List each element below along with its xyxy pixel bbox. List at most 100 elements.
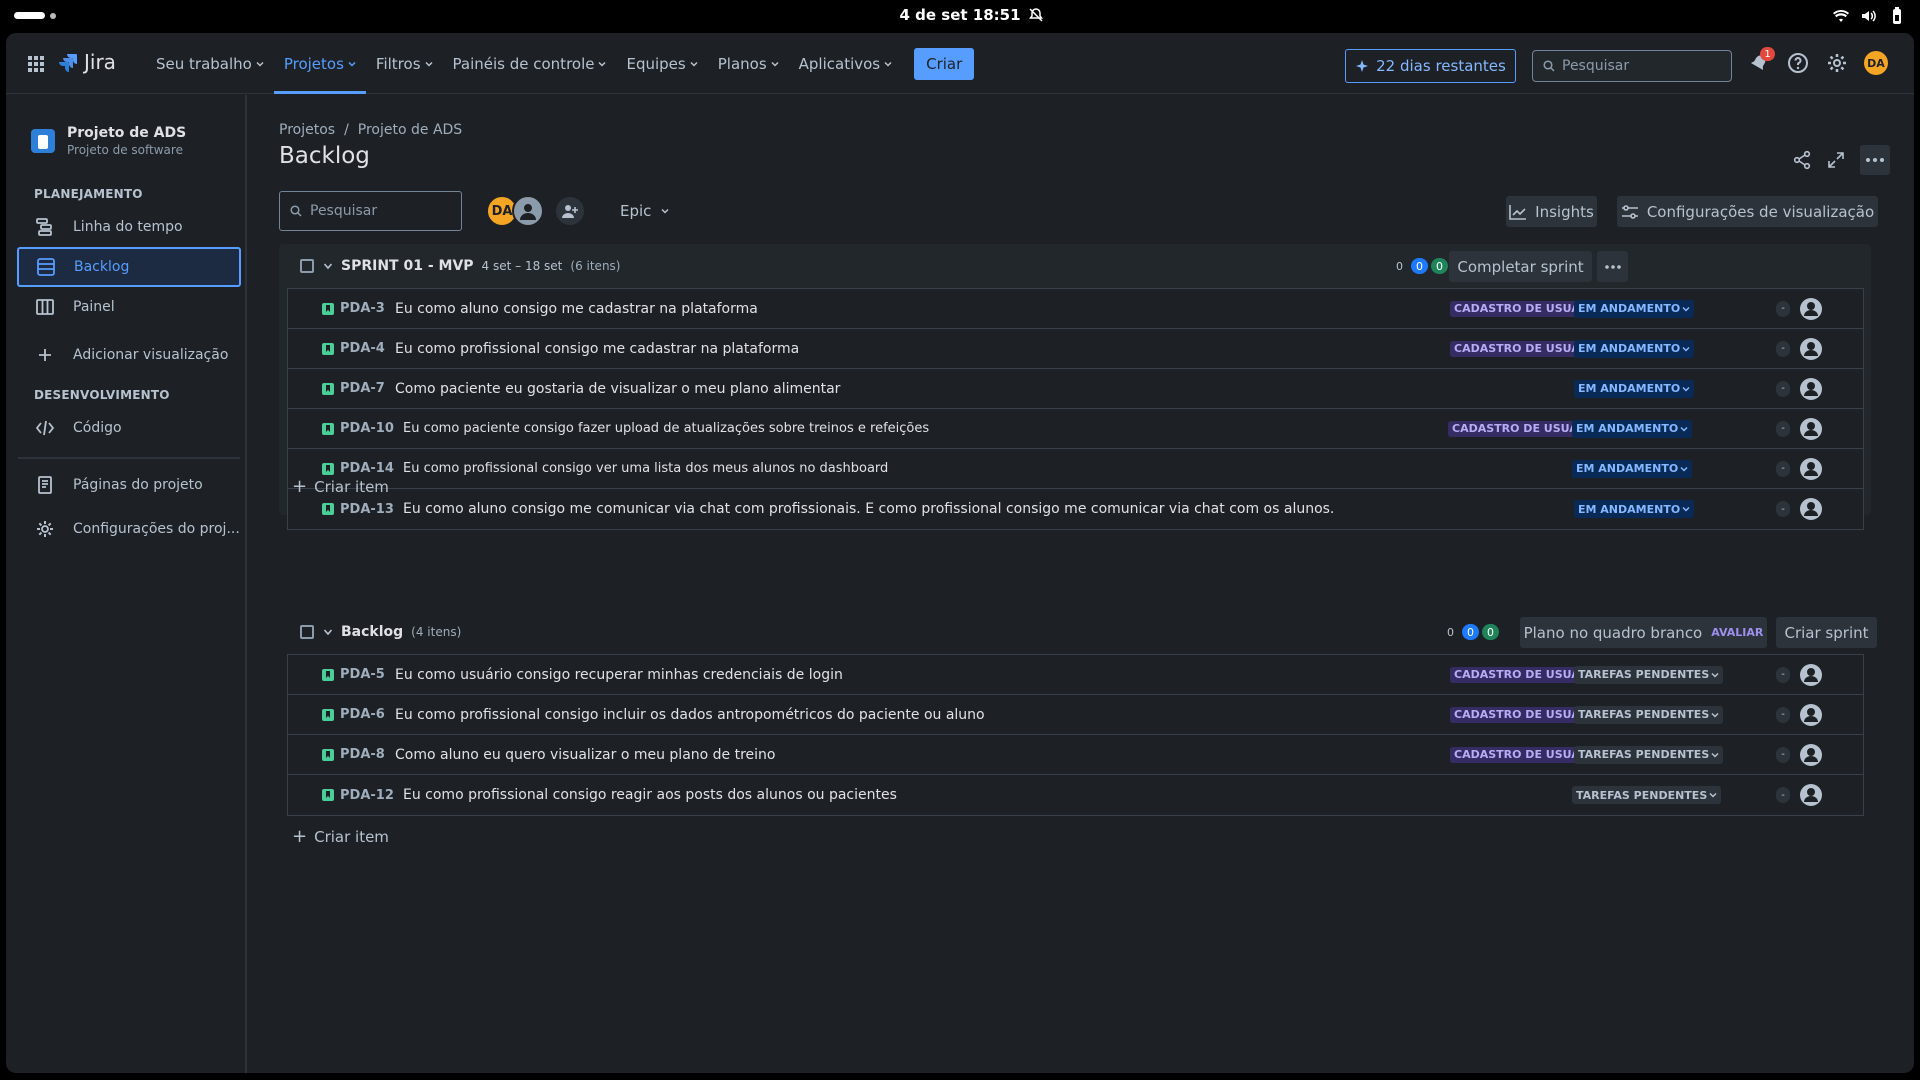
estimate-badge[interactable]: -	[1776, 787, 1790, 803]
estimate-badge[interactable]: -	[1776, 460, 1790, 477]
sprint-create-item-button[interactable]: + Criar item	[292, 476, 389, 497]
backlog-select-checkbox[interactable]	[300, 625, 314, 639]
assignee-avatar-icon[interactable]	[1799, 297, 1823, 321]
status-dropdown[interactable]: EM ANDAMENTO	[1574, 379, 1695, 398]
backlog-create-item-button[interactable]: + Criar item	[292, 826, 389, 847]
sprint-more-button[interactable]	[1597, 251, 1628, 282]
backlog-search-input[interactable]: Pesquisar	[279, 191, 462, 231]
assignee-avatar-icon[interactable]	[1799, 663, 1823, 687]
estimate-badge[interactable]: -	[1776, 746, 1790, 763]
insights-button[interactable]: Insights	[1506, 196, 1597, 227]
table-row[interactable]: PDA-4 Eu como profissional consigo me ca…	[288, 329, 1863, 369]
issue-key[interactable]: PDA-4	[340, 341, 385, 356]
nav-paineis[interactable]: Painéis de controle	[443, 33, 617, 94]
table-row[interactable]: PDA-10 Eu como paciente consigo fazer up…	[288, 409, 1863, 449]
estimate-badge[interactable]: -	[1776, 300, 1790, 317]
assignee-avatar-icon[interactable]	[1799, 703, 1823, 727]
complete-sprint-button[interactable]: Completar sprint	[1449, 251, 1592, 282]
system-bar: 4 de set 18:51	[0, 0, 1920, 31]
assignee-avatar-icon[interactable]	[1799, 377, 1823, 401]
estimate-badge[interactable]: -	[1776, 420, 1790, 437]
system-clock[interactable]: 4 de set 18:51	[0, 6, 1920, 24]
assignee-avatar-icon[interactable]	[1799, 457, 1823, 481]
table-row[interactable]: PDA-12 Eu como profissional consigo reag…	[288, 775, 1863, 815]
issue-key[interactable]: PDA-3	[340, 301, 385, 316]
user-avatar[interactable]: DA	[1864, 51, 1888, 75]
table-row[interactable]: PDA-8 Como aluno eu quero visualizar o m…	[288, 735, 1863, 775]
issue-key[interactable]: PDA-14	[340, 461, 394, 476]
issue-key[interactable]: PDA-12	[340, 788, 394, 803]
status-dropdown[interactable]: TAREFAS PENDENTES	[1572, 786, 1722, 804]
issue-key[interactable]: PDA-13	[340, 502, 394, 517]
sidebar-item-board[interactable]: Painel	[18, 287, 240, 327]
issue-key[interactable]: PDA-6	[340, 707, 385, 722]
whiteboard-plan-button[interactable]: Plano no quadro branco AVALIAR	[1520, 617, 1767, 648]
project-header[interactable]: Projeto de ADS Projeto de software	[31, 125, 186, 157]
status-dropdown[interactable]: EM ANDAMENTO	[1574, 500, 1695, 518]
nav-aplicativos[interactable]: Aplicativos	[789, 33, 902, 94]
collapse-chevron-icon[interactable]	[323, 627, 333, 637]
issue-key[interactable]: PDA-8	[340, 747, 385, 762]
expand-icon[interactable]	[1826, 150, 1846, 170]
sidebar-item-backlog[interactable]: Backlog	[17, 247, 241, 287]
estimate-badge[interactable]: -	[1776, 666, 1790, 683]
status-dropdown[interactable]: TAREFAS PENDENTES	[1574, 745, 1724, 764]
table-row[interactable]: PDA-5 Eu como usuário consigo recuperar …	[288, 655, 1863, 695]
sidebar-item-add-view[interactable]: Adicionar visualização	[18, 335, 240, 375]
help-icon[interactable]	[1786, 51, 1810, 75]
estimate-badge[interactable]: -	[1776, 706, 1790, 723]
nav-projetos[interactable]: Projetos	[273, 33, 366, 94]
assignee-avatar-icon[interactable]	[1799, 743, 1823, 767]
epic-filter-dropdown[interactable]: Epic	[620, 202, 669, 220]
issue-key[interactable]: PDA-10	[340, 421, 394, 436]
create-sprint-button[interactable]: Criar sprint	[1776, 617, 1877, 648]
add-people-button[interactable]	[554, 195, 586, 227]
status-dropdown[interactable]: EM ANDAMENTO	[1574, 339, 1695, 358]
table-row[interactable]: PDA-13 Eu como aluno consigo me comunica…	[288, 489, 1863, 529]
sparkle-icon	[1356, 60, 1369, 72]
estimate-badge[interactable]: -	[1776, 340, 1790, 357]
avatar-filter-unassigned[interactable]	[512, 195, 544, 227]
more-actions-button[interactable]	[1860, 145, 1890, 175]
sidebar-item-project-pages[interactable]: Páginas do projeto	[18, 465, 240, 505]
share-icon[interactable]	[1792, 150, 1812, 170]
table-row[interactable]: PDA-14 Eu como profissional consigo ver …	[288, 449, 1863, 489]
view-settings-button[interactable]: Configurações de visualização	[1617, 196, 1878, 227]
battery-icon[interactable]	[1888, 7, 1906, 25]
global-search-input[interactable]: Pesquisar	[1532, 50, 1732, 82]
sidebar-item-project-settings[interactable]: Configurações do proj...	[18, 509, 240, 549]
nav-seu-trabalho[interactable]: Seu trabalho	[146, 33, 274, 94]
table-row[interactable]: PDA-6 Eu como profissional consigo inclu…	[288, 695, 1863, 735]
issue-key[interactable]: PDA-7	[340, 381, 385, 396]
estimate-badge[interactable]: -	[1776, 501, 1790, 517]
settings-gear-icon[interactable]	[1825, 51, 1849, 75]
trial-days-button[interactable]: 22 dias restantes	[1345, 49, 1516, 83]
assignee-avatar-icon[interactable]	[1799, 337, 1823, 361]
table-row[interactable]: PDA-3 Eu como aluno consigo me cadastrar…	[288, 289, 1863, 329]
sidebar-item-code[interactable]: Código	[18, 408, 240, 448]
sprint-select-checkbox[interactable]	[300, 259, 314, 273]
create-button[interactable]: Criar	[914, 47, 975, 80]
breadcrumb-projects-link[interactable]: Projetos	[279, 122, 335, 138]
status-dropdown[interactable]: EM ANDAMENTO	[1572, 459, 1693, 478]
breadcrumb-project-link[interactable]: Projeto de ADS	[358, 122, 462, 138]
wifi-icon[interactable]	[1832, 7, 1850, 25]
assignee-avatar-icon[interactable]	[1799, 783, 1823, 807]
status-dropdown[interactable]: EM ANDAMENTO	[1572, 419, 1693, 438]
status-dropdown[interactable]: EM ANDAMENTO	[1574, 299, 1695, 318]
volume-icon[interactable]	[1860, 7, 1878, 25]
jira-logo[interactable]: Jira	[58, 50, 116, 74]
nav-planos[interactable]: Planos	[708, 33, 789, 94]
estimate-badge[interactable]: -	[1776, 380, 1790, 397]
app-switcher-icon[interactable]	[28, 56, 44, 72]
assignee-avatar-icon[interactable]	[1799, 497, 1823, 521]
nav-equipes[interactable]: Equipes	[616, 33, 707, 94]
nav-filtros[interactable]: Filtros	[366, 33, 443, 94]
assignee-avatar-icon[interactable]	[1799, 417, 1823, 441]
status-dropdown[interactable]: TAREFAS PENDENTES	[1574, 705, 1724, 724]
table-row[interactable]: PDA-7 Como paciente eu gostaria de visua…	[288, 369, 1863, 409]
issue-key[interactable]: PDA-5	[340, 667, 385, 682]
status-dropdown[interactable]: TAREFAS PENDENTES	[1574, 665, 1724, 684]
sidebar-item-timeline[interactable]: Linha do tempo	[18, 207, 240, 247]
collapse-chevron-icon[interactable]	[323, 261, 333, 271]
